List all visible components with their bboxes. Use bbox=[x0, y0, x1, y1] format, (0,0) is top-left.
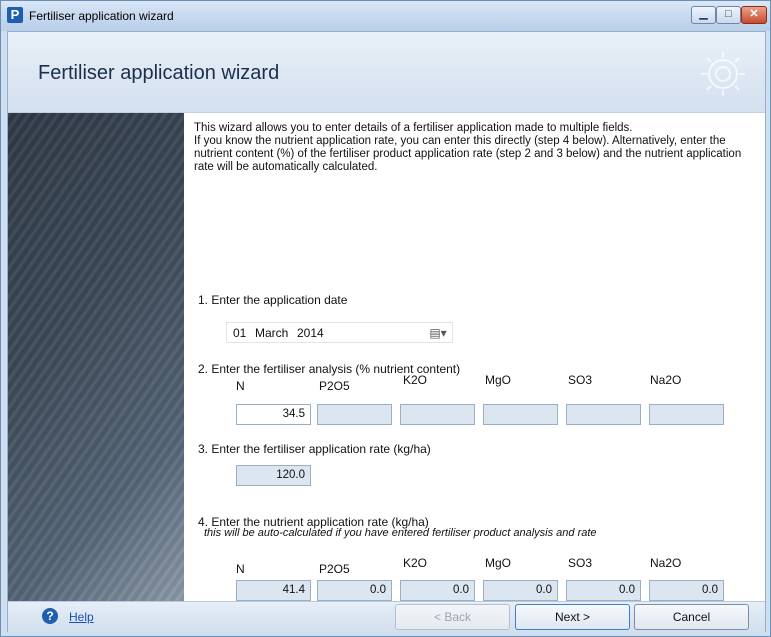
date-year[interactable]: 2014 bbox=[297, 326, 324, 340]
nutrient-col-na2o: Na2O bbox=[650, 556, 682, 570]
step4-note: this will be auto-calculated if you have… bbox=[204, 527, 597, 539]
app-icon: P bbox=[7, 7, 23, 23]
back-button[interactable]: < Back bbox=[395, 604, 510, 630]
date-month[interactable]: March bbox=[255, 326, 288, 340]
gear-icon bbox=[701, 52, 745, 96]
analysis-n-input[interactable]: 34.5 bbox=[236, 404, 311, 425]
analysis-col-mgo: MgO bbox=[485, 373, 512, 387]
analysis-mgo-input[interactable] bbox=[483, 404, 558, 425]
nutrient-so3-input[interactable]: 0.0 bbox=[566, 580, 641, 601]
wizard-header: Fertiliser application wizard bbox=[8, 32, 765, 113]
maximize-icon: □ bbox=[725, 8, 732, 20]
analysis-so3-input[interactable] bbox=[566, 404, 641, 425]
title-bar[interactable]: P Fertiliser application wizard ▁ □ ✕ bbox=[1, 1, 770, 31]
calendar-icon[interactable]: ▤▾ bbox=[425, 325, 451, 341]
nutrient-col-so3: SO3 bbox=[568, 556, 593, 570]
analysis-na2o-input[interactable] bbox=[649, 404, 724, 425]
minimize-icon: ▁ bbox=[699, 8, 708, 20]
wizard-footer: ? Help < Back Next > Cancel bbox=[8, 601, 765, 632]
intro-line: This wizard allows you to enter details … bbox=[194, 122, 633, 134]
analysis-col-na2o: Na2O bbox=[650, 373, 682, 387]
close-button[interactable]: ✕ bbox=[741, 6, 767, 24]
nutrient-col-k2o: K2O bbox=[403, 556, 428, 570]
nutrient-p2o5-input[interactable]: 0.0 bbox=[317, 580, 392, 601]
help-link[interactable]: Help bbox=[69, 610, 94, 624]
wizard-window: P Fertiliser application wizard ▁ □ ✕ Fe… bbox=[0, 0, 771, 637]
intro-text: This wizard allows you to enter details … bbox=[194, 122, 764, 174]
nutrient-col-n: N bbox=[236, 562, 245, 576]
date-day[interactable]: 01 bbox=[233, 326, 246, 340]
application-date-picker[interactable]: 01 March 2014 ▤▾ bbox=[226, 322, 453, 343]
analysis-col-n: N bbox=[236, 379, 245, 393]
maximize-button[interactable]: □ bbox=[716, 6, 741, 24]
nutrient-col-p2o5: P2O5 bbox=[319, 562, 350, 576]
wizard-side-graphic bbox=[8, 113, 184, 601]
analysis-col-so3: SO3 bbox=[568, 373, 593, 387]
analysis-k2o-input[interactable] bbox=[400, 404, 475, 425]
analysis-p2o5-input[interactable] bbox=[317, 404, 392, 425]
help-icon[interactable]: ? bbox=[42, 608, 58, 624]
cancel-button[interactable]: Cancel bbox=[634, 604, 749, 630]
intro-line: If you know the nutrient application rat… bbox=[194, 135, 726, 147]
wizard-title: Fertiliser application wizard bbox=[38, 62, 280, 84]
next-button[interactable]: Next > bbox=[515, 604, 630, 630]
nutrient-n-input[interactable]: 41.4 bbox=[236, 580, 311, 601]
minimize-button[interactable]: ▁ bbox=[691, 6, 716, 24]
step3-label: 3. Enter the fertiliser application rate… bbox=[198, 442, 431, 456]
step1-label: 1. Enter the application date bbox=[198, 293, 348, 307]
application-rate-input[interactable]: 120.0 bbox=[236, 465, 311, 486]
window-title: Fertiliser application wizard bbox=[29, 9, 174, 23]
nutrient-mgo-input[interactable]: 0.0 bbox=[483, 580, 558, 601]
intro-line: rate will be automatically calculated. bbox=[194, 161, 378, 173]
intro-line: nutrient content (%) of the fertiliser p… bbox=[194, 148, 742, 160]
nutrient-k2o-input[interactable]: 0.0 bbox=[400, 580, 475, 601]
analysis-col-p2o5: P2O5 bbox=[319, 379, 350, 393]
nutrient-na2o-input[interactable]: 0.0 bbox=[649, 580, 724, 601]
close-icon: ✕ bbox=[749, 8, 759, 20]
analysis-col-k2o: K2O bbox=[403, 373, 428, 387]
wizard-body: Fertiliser application wizard This wizar… bbox=[7, 31, 766, 632]
nutrient-col-mgo: MgO bbox=[485, 556, 512, 570]
